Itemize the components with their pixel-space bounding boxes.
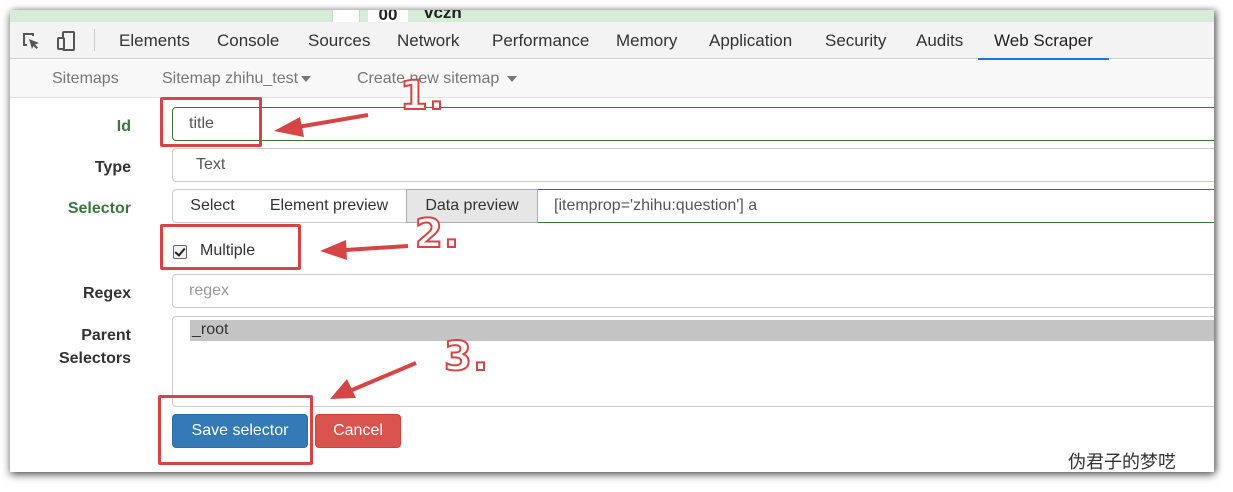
tab-memory[interactable]: Memory xyxy=(616,22,677,59)
tab-application[interactable]: Application xyxy=(709,22,792,59)
annotation-step-3: 3. xyxy=(443,334,490,380)
page-behind-strip: 00 vczh xyxy=(10,10,1214,22)
regex-label: Regex xyxy=(82,285,131,302)
tab-network[interactable]: Network xyxy=(397,22,459,59)
parent-option-root[interactable]: _root xyxy=(190,320,1214,341)
devtools-tabbar: Elements Console Sources Network Perform… xyxy=(10,22,1214,60)
type-select[interactable]: Text xyxy=(172,148,1214,182)
tab-sources[interactable]: Sources xyxy=(308,22,370,59)
tab-performance[interactable]: Performance xyxy=(492,22,589,59)
watermark-text: 伪君子的梦呓 xyxy=(1068,452,1176,473)
web-scraper-nav: Sitemaps Sitemap zhihu_test Create new s… xyxy=(10,60,1214,98)
page-number: 00 xyxy=(368,10,408,22)
tab-security[interactable]: Security xyxy=(825,22,886,59)
regex-input[interactable]: regex xyxy=(172,274,1214,308)
annotation-box-id xyxy=(160,97,262,147)
annotation-step-1: 1. xyxy=(399,73,446,119)
selector-label: Selector xyxy=(67,200,131,217)
element-preview-button[interactable]: Element preview xyxy=(252,189,407,223)
tab-console[interactable]: Console xyxy=(217,22,279,59)
id-input[interactable]: title xyxy=(172,107,1214,141)
toolbar-separator xyxy=(94,29,95,51)
parent-selectors-label-line1: Parent xyxy=(81,327,131,344)
parent-selectors-label-line2: Selectors xyxy=(58,350,131,367)
chevron-down-icon xyxy=(506,75,517,82)
nav-sitemaps[interactable]: Sitemaps xyxy=(52,60,119,98)
select-button[interactable]: Select xyxy=(172,189,253,223)
tab-web-scraper[interactable]: Web Scraper xyxy=(978,22,1109,60)
type-label: Type xyxy=(94,159,131,176)
tab-audits[interactable]: Audits xyxy=(916,22,963,59)
device-toolbar-icon[interactable] xyxy=(56,30,78,52)
nav-sitemap-menu[interactable]: Sitemap zhihu_test xyxy=(162,60,312,98)
selector-group: Select Element preview Data preview [ite… xyxy=(172,189,1214,223)
selector-input[interactable]: [itemprop='zhihu:question'] a xyxy=(538,189,1214,223)
nav-sitemap-menu-label: Sitemap zhihu_test xyxy=(162,70,299,87)
tab-elements[interactable]: Elements xyxy=(119,22,190,59)
inspect-element-icon[interactable] xyxy=(20,30,42,52)
cancel-button[interactable]: Cancel xyxy=(315,414,401,448)
id-label: Id xyxy=(116,118,131,135)
annotation-box-multiple xyxy=(160,224,301,270)
parent-selectors-list[interactable]: _root xyxy=(172,316,1214,407)
annotation-step-2: 2. xyxy=(414,211,461,257)
page-field xyxy=(332,10,360,22)
chevron-down-icon xyxy=(301,75,312,82)
annotation-box-save xyxy=(158,395,313,465)
page-username: vczh xyxy=(424,10,462,22)
